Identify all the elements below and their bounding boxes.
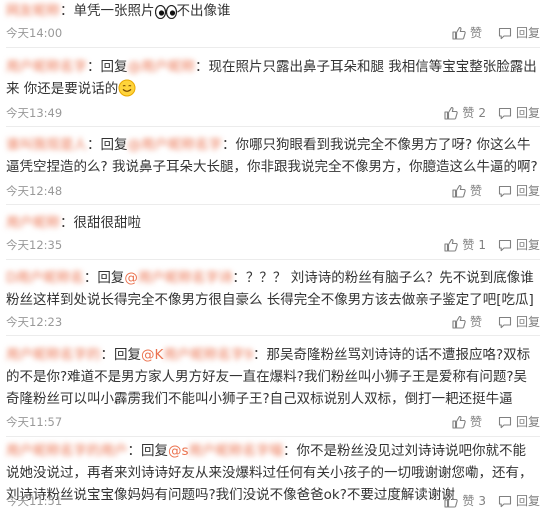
like-button[interactable]: 赞	[452, 413, 486, 431]
like-label: 赞	[469, 315, 482, 329]
reply-icon	[498, 107, 512, 120]
like-count: 1	[478, 238, 486, 252]
like-button[interactable]: 赞	[452, 313, 486, 331]
comment-username[interactable]: 网友昵称	[6, 3, 60, 19]
comment-text: 谁叫我现是人：回复@用户昵称名字：你哪只狗眼看到我说完全不像男方了呀? 你这么牛…	[6, 137, 538, 175]
reply-label: 回复	[515, 106, 540, 120]
comment-text: 用户昵称名字：回复@用户昵称：现在照片只露出鼻子耳朵和腿 我相信等宝宝整张脸露出…	[6, 56, 538, 104]
reply-label: 回复	[515, 415, 540, 429]
reply-button[interactable]: 回复	[498, 492, 540, 510]
mention-name[interactable]: 用户昵称名字喵	[189, 443, 284, 459]
divider	[6, 47, 540, 48]
comment-time: 今天12:23	[6, 315, 63, 329]
reply-label: 回复	[515, 238, 540, 252]
reply-icon	[498, 495, 512, 508]
reply-label: 回复	[515, 494, 540, 508]
like-label: 赞	[462, 106, 475, 120]
like-button[interactable]: 赞1	[444, 236, 486, 254]
thumbs-up-icon	[452, 184, 466, 198]
reply-button[interactable]: 回复	[498, 236, 540, 254]
thumbs-up-icon	[444, 494, 459, 508]
mention-name[interactable]: 用户昵称名字诗	[138, 270, 233, 286]
comment-text: 用户昵称名字的：回复@K用户昵称名字9：那吴奇隆粉丝骂刘诗诗的话不遭报应咯?双标…	[6, 347, 531, 407]
like-label: 赞	[462, 238, 475, 252]
mention-name[interactable]: 用户昵称名字9	[163, 347, 253, 363]
comment-time: 今天11:51	[6, 494, 63, 508]
divider	[6, 126, 540, 127]
like-label: 赞	[469, 26, 482, 40]
reply-button[interactable]: 回复	[498, 413, 540, 431]
reply-icon	[498, 416, 512, 429]
reply-label: 回复	[515, 26, 540, 40]
comment-time: 今天13:49	[6, 106, 63, 120]
thumbs-up-icon	[452, 315, 466, 329]
mention-link[interactable]: @s	[168, 443, 189, 459]
like-button[interactable]: 赞	[452, 182, 486, 200]
divider	[6, 259, 540, 260]
reply-button[interactable]: 回复	[498, 313, 540, 331]
reply-icon	[498, 185, 512, 198]
like-count: 2	[478, 106, 486, 120]
reply-icon	[498, 239, 512, 252]
mention-link[interactable]: @	[124, 270, 138, 286]
eyes-emoji-icon	[154, 4, 177, 26]
thumbs-up-icon	[452, 26, 466, 40]
comment-text: D用户昵称名：回复@用户昵称名字诗：？？？ 刘诗诗的粉丝有脑子么？先不说到底像谁…	[6, 270, 534, 308]
mention-link[interactable]: @K	[141, 347, 163, 363]
reply-button[interactable]: 回复	[498, 104, 540, 122]
like-button[interactable]: 赞	[452, 24, 486, 42]
mention-link[interactable]: @用户昵称名字	[128, 137, 223, 153]
thumbs-up-icon	[452, 415, 466, 429]
comment-username[interactable]: 用户昵称	[6, 215, 60, 231]
thumbs-up-icon	[444, 106, 459, 120]
reply-icon	[498, 316, 512, 329]
reply-label: 回复	[515, 315, 540, 329]
comment-time: 今天14:00	[6, 26, 63, 40]
reply-icon	[498, 27, 512, 40]
comment-username[interactable]: 用户昵称名字	[6, 59, 87, 75]
divider	[6, 436, 540, 437]
comment-username[interactable]: 用户昵称名字的用户	[6, 443, 128, 459]
like-label: 赞	[469, 415, 482, 429]
reply-button[interactable]: 回复	[498, 24, 540, 42]
comment-time: 今天12:48	[6, 184, 63, 198]
like-button[interactable]: 赞2	[444, 104, 486, 122]
smile-emoji-icon	[118, 79, 136, 104]
comment-time: 今天12:35	[6, 238, 63, 252]
like-label: 赞	[469, 184, 482, 198]
divider	[6, 335, 540, 336]
comment-username[interactable]: D用户昵称名	[6, 270, 84, 286]
like-label: 赞	[462, 494, 475, 508]
comment-text: 网友昵称：单凭一张照片 不出像谁	[6, 0, 538, 26]
like-button[interactable]: 赞3	[444, 492, 486, 510]
divider	[6, 204, 540, 205]
like-count: 3	[478, 494, 486, 508]
comment-text: 用户昵称：很甜很甜啦	[6, 215, 141, 231]
comment-time: 今天11:57	[6, 415, 63, 429]
reply-label: 回复	[515, 184, 540, 198]
comment-username[interactable]: 用户昵称名字的	[6, 347, 101, 363]
thumbs-up-icon	[444, 238, 459, 252]
comment-username[interactable]: 谁叫我现是人	[6, 137, 87, 153]
mention-link[interactable]: @用户昵称	[128, 59, 196, 75]
reply-button[interactable]: 回复	[498, 182, 540, 200]
